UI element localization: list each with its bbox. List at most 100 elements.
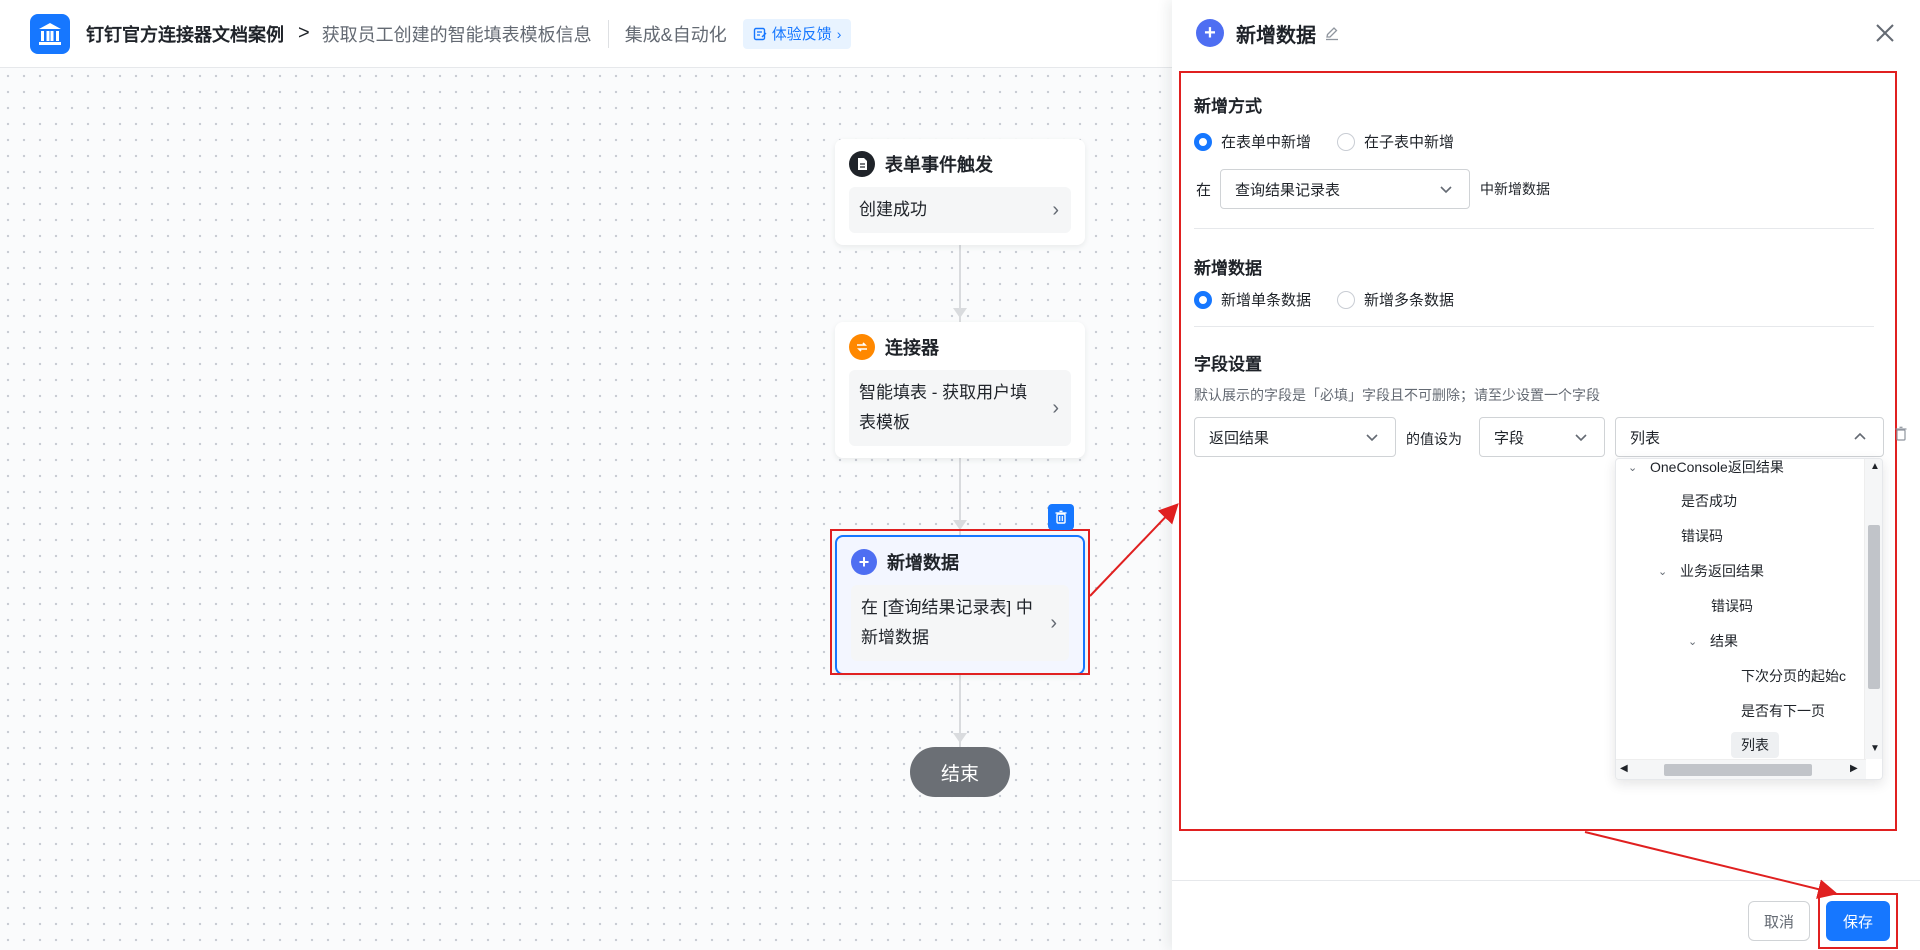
tree-node-selected[interactable]: 列表 — [1731, 732, 1779, 758]
tree-node[interactable]: 下次分页的起始c — [1741, 666, 1846, 686]
save-button[interactable]: 保存 — [1826, 901, 1890, 941]
tree-node[interactable]: ⌄ 结果 — [1688, 631, 1738, 651]
radio-checked — [1194, 132, 1212, 151]
tree-node-label: 是否有下一页 — [1741, 703, 1825, 719]
tree-node[interactable]: ⌄ 业务返回结果 — [1658, 561, 1764, 581]
node-config[interactable]: 智能填表 - 获取用户填表模板 › — [849, 370, 1071, 446]
feedback-icon — [753, 27, 767, 40]
chevron-down-icon — [1440, 186, 1452, 194]
field-settings-hint: 默认展示的字段是「必填」字段且不可删除；请至少设置一个字段 — [1194, 387, 1600, 403]
radio-label: 在表单中新增 — [1221, 134, 1312, 151]
header-divider — [607, 19, 609, 48]
radio-single-record[interactable]: 新增单条数据 — [1194, 289, 1311, 310]
vertical-scrollbar[interactable]: ▲ ▼ — [1864, 459, 1882, 759]
scrollbar-thumb[interactable] — [1664, 764, 1812, 776]
node-title: 表单事件触发 — [885, 155, 993, 175]
radio-in-subtable[interactable]: 在子表中新增 — [1337, 131, 1454, 152]
cancel-button[interactable]: 取消 — [1748, 901, 1810, 941]
trash-icon — [1055, 510, 1067, 524]
scroll-down-icon[interactable]: ▼ — [1870, 743, 1880, 754]
trash-icon[interactable] — [1894, 426, 1908, 442]
node-summary: 智能填表 - 获取用户填表模板 — [859, 383, 1028, 432]
radio-checked — [1194, 290, 1212, 309]
tree-node-label: 结果 — [1710, 633, 1738, 649]
node-config[interactable]: 创建成功 › — [849, 187, 1071, 233]
feedback-button[interactable]: 体验反馈 › — [742, 18, 852, 49]
tree-node[interactable]: 是否成功 — [1681, 491, 1737, 511]
section-title: 新增方式 — [1194, 97, 1262, 116]
tree-node-label: 列表 — [1731, 732, 1779, 758]
scroll-left-icon[interactable]: ◀ — [1620, 763, 1628, 774]
node-config[interactable]: 在 [查询结果记录表] 中新增数据 › — [851, 585, 1069, 661]
chevron-down-icon — [1575, 434, 1587, 442]
tree-node-label: 错误码 — [1681, 528, 1723, 544]
radio-label: 新增多条数据 — [1364, 292, 1455, 309]
scroll-right-icon[interactable]: ▶ — [1850, 763, 1858, 774]
plus-icon: + — [1196, 19, 1224, 47]
radio-unchecked — [1337, 290, 1356, 309]
app-name[interactable]: 钉钉官方连接器文档案例 — [86, 21, 284, 47]
section-title: 新增数据 — [1194, 259, 1262, 278]
document-icon — [849, 151, 875, 177]
tree-node[interactable]: 错误码 — [1681, 526, 1723, 546]
node-title: 新增数据 — [887, 553, 959, 573]
panel-header: + 新增数据 — [1172, 0, 1920, 66]
chevron-right-icon: › — [1052, 199, 1059, 221]
chevron-down-icon — [1366, 434, 1378, 442]
table-suffix-label: 中新增数据 — [1480, 181, 1550, 197]
app-logo[interactable] — [30, 13, 70, 54]
tree-node-label: 是否成功 — [1681, 493, 1737, 509]
connector-arrow — [953, 308, 967, 318]
select-value: 返回结果 — [1209, 429, 1270, 447]
scroll-up-icon[interactable]: ▲ — [1870, 461, 1880, 472]
target-table-select[interactable]: 查询结果记录表 — [1220, 169, 1470, 209]
delete-node-button[interactable] — [1048, 504, 1074, 530]
tree-node-label: OneConsole返回结果 — [1650, 459, 1784, 475]
tree-node-label: 业务返回结果 — [1680, 563, 1764, 579]
value-label: 的值设为 — [1406, 431, 1462, 447]
tree-node-label: 下次分页的起始c — [1741, 668, 1846, 684]
horizontal-scrollbar[interactable]: ◀ ▶ — [1616, 759, 1866, 779]
select-value: 列表 — [1630, 429, 1661, 447]
chevron-up-icon — [1854, 432, 1866, 440]
tree-node[interactable]: ⌄ OneConsole返回结果 — [1628, 459, 1784, 477]
select-value: 字段 — [1494, 429, 1525, 447]
radio-multiple-records[interactable]: 新增多条数据 — [1337, 289, 1454, 310]
field-settings-section: 字段设置 默认展示的字段是「必填」字段且不可删除；请至少设置一个字段 — [1194, 350, 1600, 405]
add-data-section: 新增数据 新增单条数据 新增多条数据 — [1194, 254, 1454, 310]
value-type-select[interactable]: 字段 — [1479, 417, 1605, 457]
tree-node[interactable]: 错误码 — [1711, 596, 1753, 616]
flow-name: 获取员工创建的智能填表模板信息 — [321, 24, 592, 45]
section-title: 字段设置 — [1194, 355, 1262, 374]
table-prefix-label: 在 — [1196, 182, 1212, 199]
feedback-label: 体验反馈 — [771, 26, 832, 43]
chevron-right-icon: › — [1050, 612, 1057, 634]
tree-node-label: 错误码 — [1711, 598, 1753, 614]
node-summary: 在 [查询结果记录表] 中新增数据 — [861, 598, 1033, 647]
section-divider — [1194, 326, 1874, 327]
panel-title: 新增数据 — [1236, 24, 1316, 47]
edit-icon[interactable] — [1324, 25, 1340, 41]
chevron-right-icon: › — [836, 25, 842, 42]
scrollbar-thumb[interactable] — [1868, 525, 1880, 689]
field-tree-dropdown[interactable]: ⌄ OneConsole返回结果 是否成功 错误码 ⌄ 业务返回结果 错误码 ⌄… — [1615, 458, 1883, 780]
flow-node-add-data[interactable]: + 新增数据 在 [查询结果记录表] 中新增数据 › — [835, 535, 1085, 675]
radio-unchecked — [1337, 132, 1356, 151]
radio-in-form[interactable]: 在表单中新增 — [1194, 131, 1311, 152]
nav-integration-link[interactable]: 集成&自动化 — [625, 21, 727, 47]
close-icon[interactable] — [1872, 20, 1898, 46]
node-title: 连接器 — [885, 338, 939, 358]
value-field-select[interactable]: 列表 — [1615, 417, 1884, 457]
flow-node-trigger[interactable]: 表单事件触发 创建成功 › — [835, 139, 1085, 245]
tree-node[interactable]: 是否有下一页 — [1741, 701, 1825, 721]
end-node[interactable]: 结束 — [910, 747, 1010, 797]
radio-label: 新增单条数据 — [1221, 292, 1312, 309]
chevron-down-icon: ⌄ — [1658, 565, 1668, 578]
chevron-right-icon: › — [1052, 397, 1059, 419]
node-summary: 创建成功 — [859, 200, 927, 219]
flow-node-connector[interactable]: 连接器 智能填表 - 获取用户填表模板 › — [835, 322, 1085, 458]
panel-footer: 取消 保存 — [1172, 880, 1920, 950]
radio-label: 在子表中新增 — [1364, 134, 1455, 151]
field-select[interactable]: 返回结果 — [1194, 417, 1396, 457]
connector-icon — [849, 334, 875, 360]
